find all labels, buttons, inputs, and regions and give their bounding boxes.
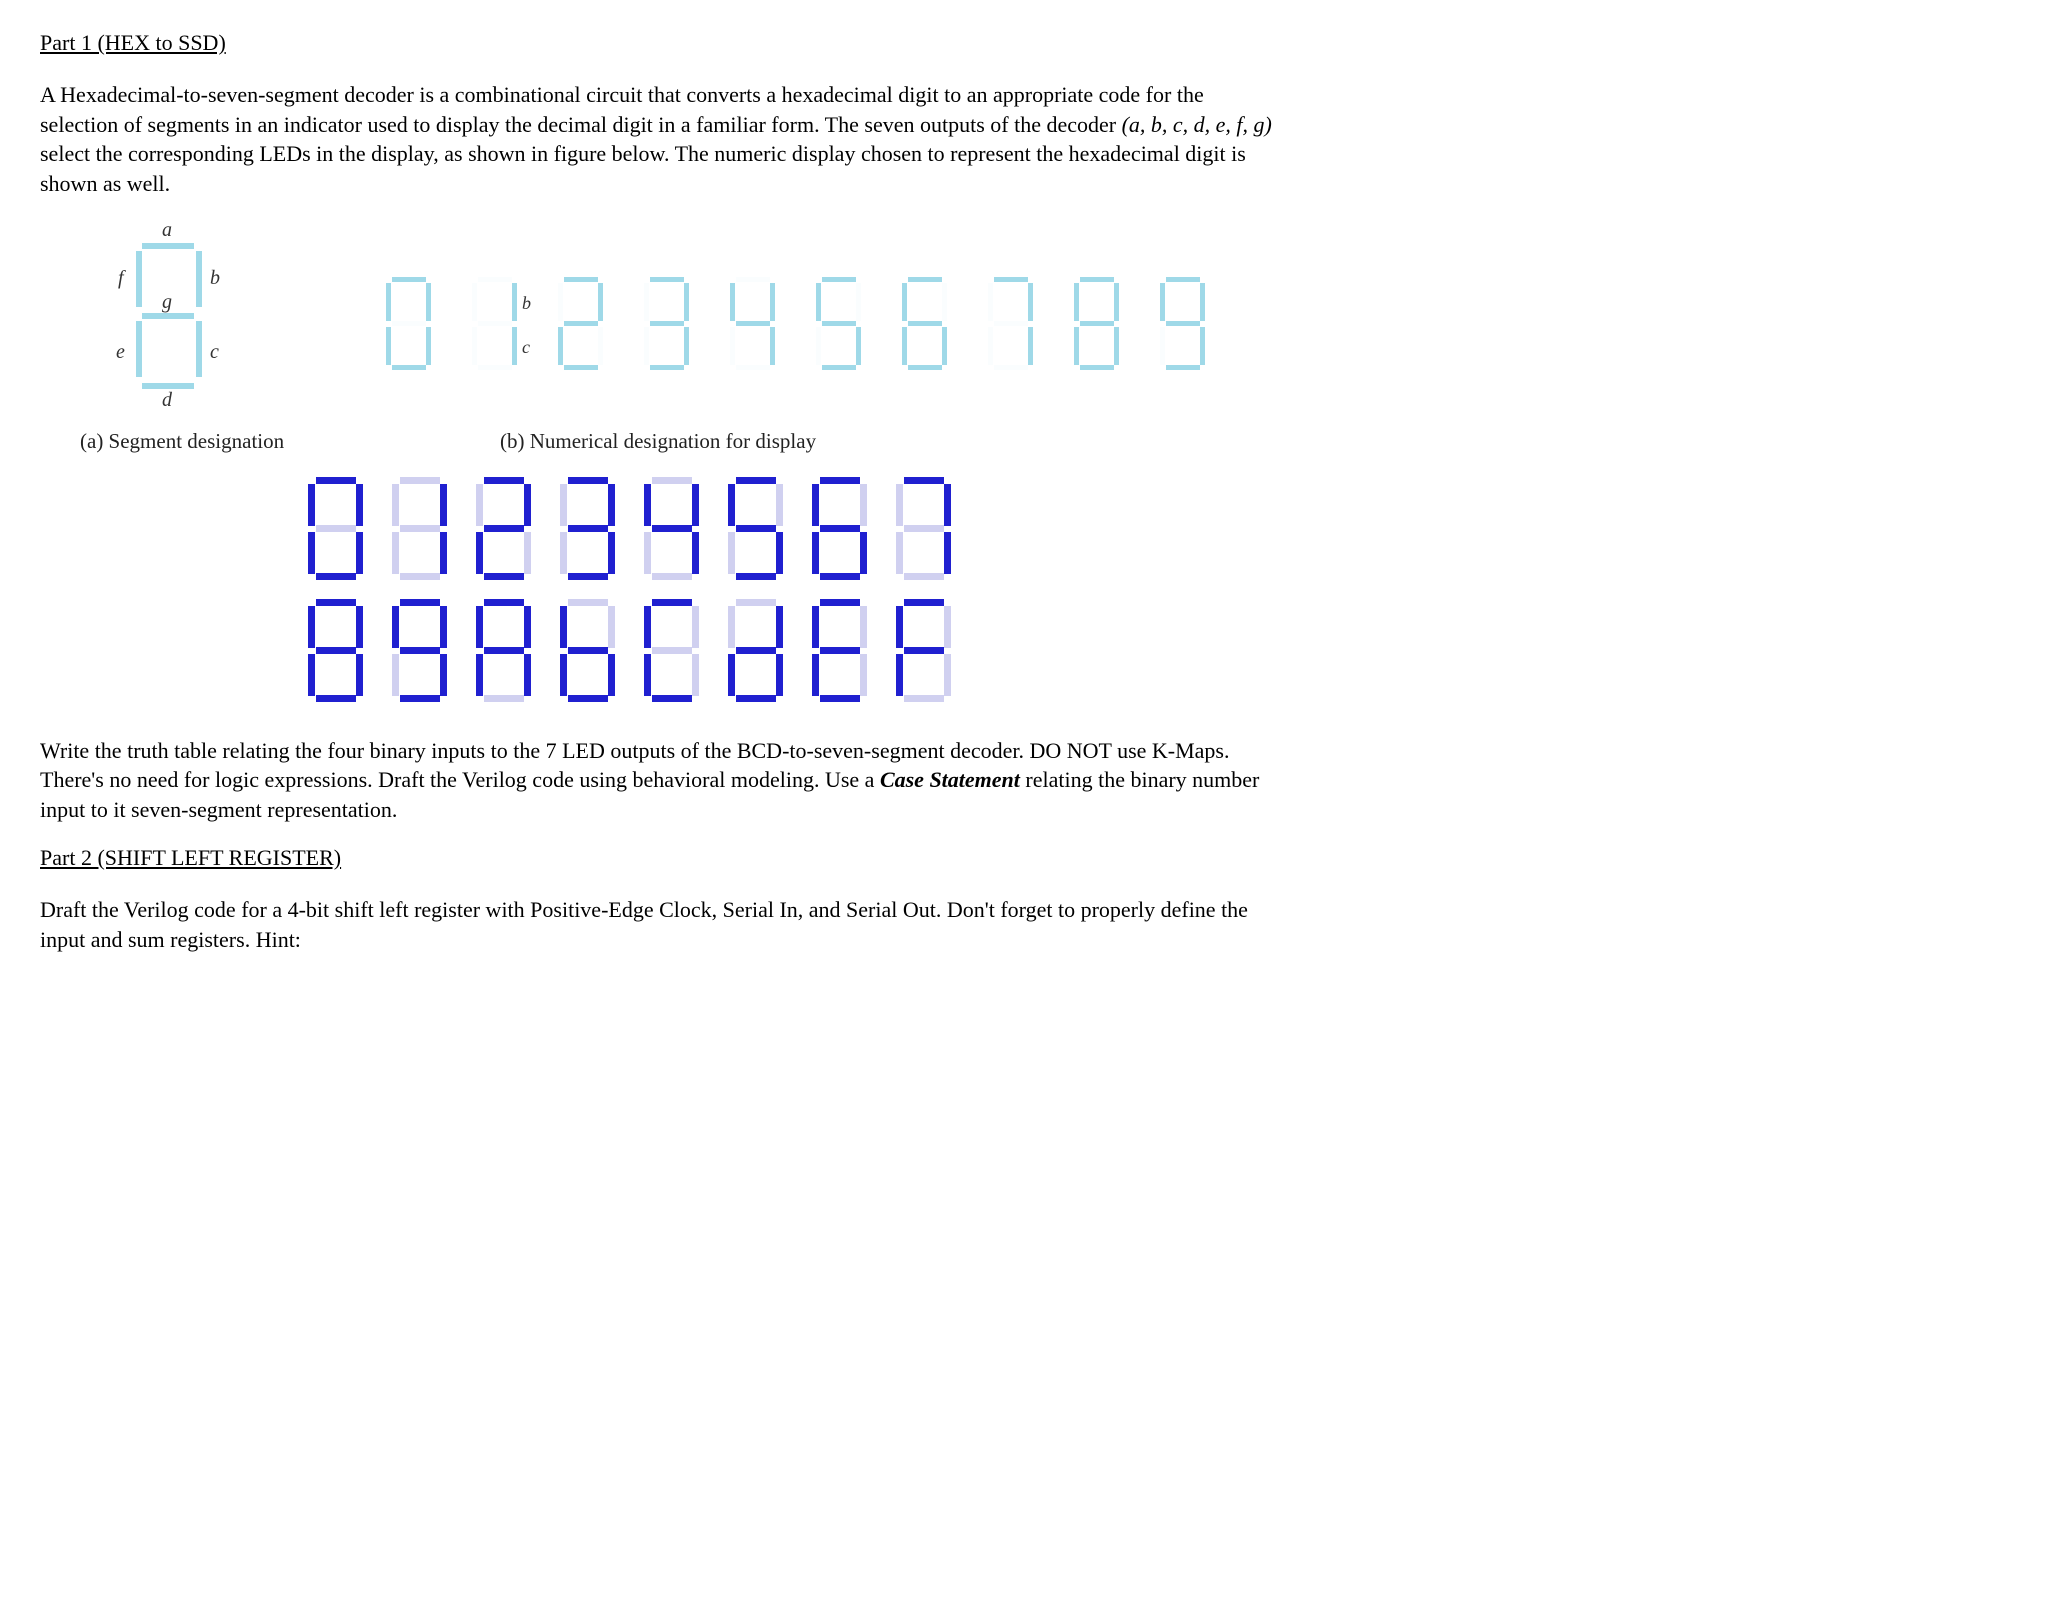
segment-e — [136, 321, 142, 377]
label-c: c — [210, 341, 219, 364]
hex-digit-14 — [804, 596, 876, 706]
intro-text-1: A Hexadecimal-to-seven-segment decoder i… — [40, 82, 1204, 137]
digit-1: bc — [466, 275, 524, 373]
digit-6 — [896, 275, 954, 373]
segment-c — [196, 321, 202, 377]
digit-0 — [380, 275, 438, 373]
digit-2 — [552, 275, 610, 373]
segment-a — [142, 243, 194, 249]
hex-digit-grid — [300, 474, 1280, 706]
label-e: e — [116, 341, 125, 364]
caption-a: (a) Segment designation — [80, 429, 380, 454]
hex-digit-2 — [468, 474, 540, 584]
hex-digit-11 — [552, 596, 624, 706]
part1-heading: Part 1 (HEX to SSD) — [40, 30, 1280, 56]
intro-italic: (a, b, c, d, e, f, g) — [1122, 112, 1272, 137]
label-g: g — [162, 291, 172, 314]
hex-digit-7 — [888, 474, 960, 584]
segment-b — [196, 251, 202, 307]
hex-digit-3 — [552, 474, 624, 584]
hex-digit-5 — [720, 474, 792, 584]
hex-row-1 — [300, 596, 1280, 706]
hex-digit-15 — [888, 596, 960, 706]
numeric-display-row: bc — [380, 275, 1212, 373]
digit-7 — [982, 275, 1040, 373]
digit-4 — [724, 275, 782, 373]
part2-body: Draft the Verilog code for a 4-bit shift… — [40, 895, 1280, 954]
segment-designation-diagram: a b c d e f g — [80, 229, 260, 419]
hex-digit-0 — [300, 474, 372, 584]
figure-row: a b c d e f g bc — [80, 229, 1280, 419]
hex-digit-9 — [384, 596, 456, 706]
extra-label-b: b — [522, 293, 531, 314]
task-bold: Case Statement — [880, 767, 1020, 792]
caption-row: (a) Segment designation (b) Numerical de… — [80, 429, 1280, 454]
digit-3 — [638, 275, 696, 373]
extra-label-c: c — [522, 337, 530, 358]
digit-5 — [810, 275, 868, 373]
hex-digit-6 — [804, 474, 876, 584]
label-d: d — [162, 389, 172, 412]
hex-digit-12 — [636, 596, 708, 706]
hex-digit-4 — [636, 474, 708, 584]
label-b: b — [210, 267, 220, 290]
segment-f — [136, 251, 142, 307]
part2-heading: Part 2 (SHIFT LEFT REGISTER) — [40, 845, 1280, 871]
hex-digit-13 — [720, 596, 792, 706]
label-f: f — [118, 267, 124, 290]
digit-8 — [1068, 275, 1126, 373]
intro-text-2: select the corresponding LEDs in the dis… — [40, 141, 1246, 196]
digit-9 — [1154, 275, 1212, 373]
label-a: a — [162, 219, 172, 242]
caption-b: (b) Numerical designation for display — [500, 429, 816, 454]
hex-row-0 — [300, 474, 1280, 584]
part1-task: Write the truth table relating the four … — [40, 736, 1280, 825]
part1-intro: A Hexadecimal-to-seven-segment decoder i… — [40, 80, 1280, 199]
hex-digit-10 — [468, 596, 540, 706]
hex-digit-8 — [300, 596, 372, 706]
hex-digit-1 — [384, 474, 456, 584]
